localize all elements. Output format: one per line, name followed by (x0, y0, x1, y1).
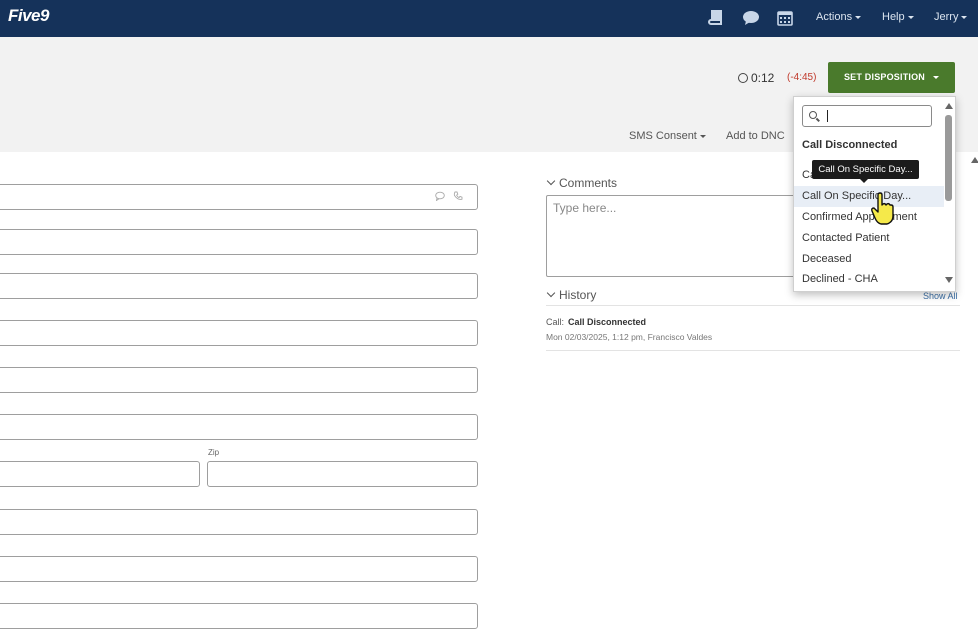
tooltip: Call On Specific Day... (812, 160, 919, 183)
search-icon (809, 111, 817, 119)
comments-placeholder: Type here... (553, 201, 617, 215)
show-all-link[interactable]: Show All (923, 291, 958, 301)
form-field[interactable] (0, 414, 478, 440)
call-timer: 0:12 (738, 71, 774, 85)
calendar-icon[interactable] (776, 9, 794, 27)
sms-icon[interactable] (435, 191, 445, 201)
set-disposition-button[interactable]: SET DISPOSITION (828, 62, 955, 93)
comments-textarea[interactable]: Type here... (546, 195, 806, 277)
add-to-dnc-link[interactable]: Add to DNC (726, 130, 785, 142)
history-entry-type: Call: (546, 317, 565, 327)
chevron-down-icon (961, 15, 968, 19)
history-entry-disposition: Call Disconnected (568, 317, 647, 327)
zip-label: Zip (208, 448, 220, 457)
history-entry: Call: Call Disconnected (546, 317, 646, 327)
hand-pointer-icon (871, 192, 894, 225)
form-field[interactable] (0, 320, 478, 346)
divider (546, 305, 960, 306)
scroll-thumb[interactable] (945, 115, 952, 201)
state-field[interactable] (0, 461, 200, 487)
comments-title: Comments (559, 176, 618, 190)
form-field[interactable] (0, 229, 478, 255)
sms-consent-label: SMS Consent (629, 130, 697, 142)
disposition-search-input[interactable] (802, 105, 932, 127)
help-menu-label: Help (882, 11, 905, 23)
disposition-item[interactable]: Contacted Patient (794, 228, 944, 249)
actions-menu-label: Actions (816, 11, 853, 23)
book-icon[interactable] (707, 9, 725, 27)
page-scroll-up-icon[interactable] (971, 157, 978, 163)
dropdown-scrollbar[interactable] (944, 101, 954, 289)
user-menu[interactable]: Jerry (934, 11, 968, 23)
chevron-down-icon (546, 176, 556, 186)
remaining-time: (-4:45) (787, 72, 817, 83)
phone-icon[interactable] (453, 191, 463, 201)
chevron-down-icon (907, 15, 914, 19)
history-entry-detail: Mon 02/03/2025, 1:12 pm, Francisco Valde… (546, 332, 713, 342)
top-navbar: Five9 Actions Help Jerry (0, 0, 978, 37)
chat-icon[interactable] (742, 9, 760, 27)
sms-consent-menu[interactable]: SMS Consent (629, 130, 706, 142)
form-field[interactable] (0, 556, 478, 582)
text-cursor (827, 110, 828, 122)
elapsed-time: 0:12 (751, 71, 775, 85)
chevron-down-icon (855, 15, 862, 19)
disposition-item[interactable]: Confirmed Appointment (794, 207, 944, 228)
history-toggle[interactable]: History (546, 288, 597, 302)
disposition-item[interactable]: Declined - CHA (794, 269, 944, 290)
comments-toggle[interactable]: Comments (546, 176, 618, 190)
scroll-up-icon[interactable] (945, 103, 953, 109)
disposition-item[interactable]: Deceased (794, 249, 944, 270)
form-field[interactable] (0, 509, 478, 535)
user-menu-label: Jerry (934, 11, 959, 23)
form-field[interactable] (0, 273, 478, 299)
five9-logo: Five9 (8, 6, 49, 25)
disposition-item[interactable]: Call On Specific Day... (794, 186, 944, 207)
disposition-item[interactable]: Call Disconnected (794, 135, 944, 156)
divider (546, 350, 960, 351)
actions-menu[interactable]: Actions (816, 11, 862, 23)
form-field[interactable] (0, 367, 478, 393)
form-field[interactable] (0, 603, 478, 629)
clock-icon (738, 73, 748, 83)
zip-field[interactable] (207, 461, 478, 487)
chevron-down-icon (699, 134, 706, 138)
set-disposition-label: SET DISPOSITION (843, 72, 925, 82)
history-title: History (559, 288, 597, 302)
chevron-down-icon (933, 76, 939, 80)
chevron-down-icon (546, 288, 556, 298)
help-menu[interactable]: Help (882, 11, 914, 23)
scroll-down-icon[interactable] (945, 277, 953, 283)
phone-field[interactable] (0, 184, 478, 210)
